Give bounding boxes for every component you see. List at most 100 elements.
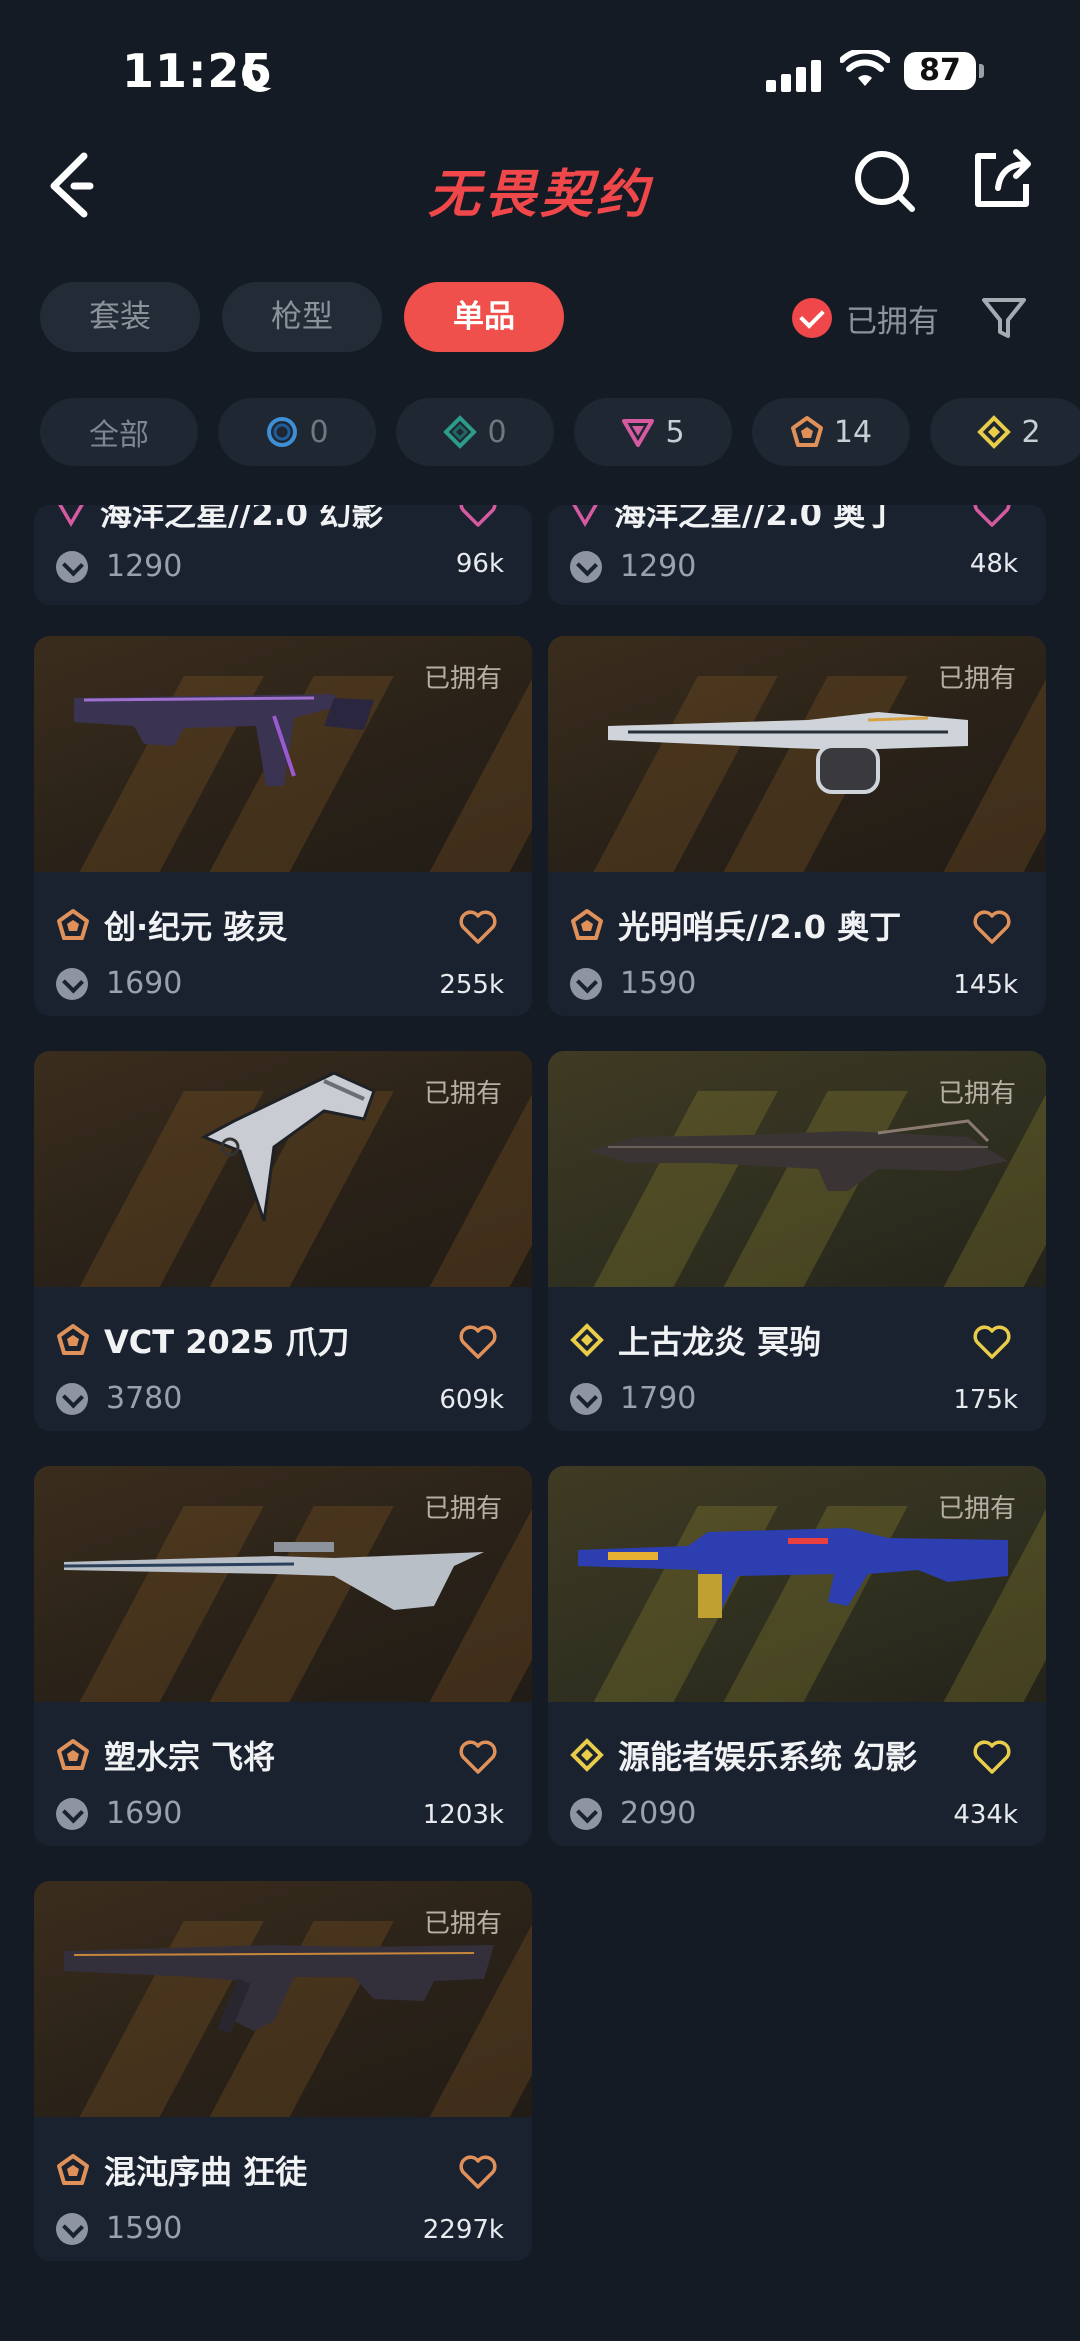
rarity-filter-chips: 全部 0 0 5 14 2 (40, 398, 1080, 466)
exclusive-tier-icon (57, 909, 89, 940)
vp-currency-icon (570, 550, 602, 583)
chip-all-label: 全部 (89, 418, 149, 453)
owned-tag: 已拥有 (423, 1494, 502, 1524)
heart-icon[interactable] (972, 505, 1012, 529)
exclusive-tier-icon (57, 1739, 89, 1770)
chip-count: 0 (487, 414, 507, 450)
vp-currency-icon (56, 1797, 88, 1830)
chip-deluxe-tier[interactable]: 0 (396, 398, 554, 466)
skin-card[interactable]: 已拥有 源能者娱乐系统 幻影 2090 434k (548, 1466, 1046, 1846)
skin-thumbnail: 已拥有 (34, 1881, 532, 2117)
heart-icon[interactable] (458, 2153, 498, 2191)
deluxe-tier-icon (443, 415, 478, 449)
skin-price: 1790 (620, 1381, 697, 1416)
skin-name: 创·纪元 骇灵 (104, 908, 288, 946)
skin-price: 1290 (106, 549, 183, 584)
vp-currency-icon (56, 2212, 88, 2245)
skin-name: 海洋之星//2.0 奥丁 (614, 505, 898, 533)
chip-select-tier[interactable]: 0 (218, 398, 376, 466)
status-time: 11:25 (122, 44, 274, 98)
ultra-tier-icon (570, 1323, 604, 1357)
owned-tag: 已拥有 (423, 1079, 502, 1109)
skin-list: 海洋之星//2.0 幻影 1290 96k 海洋之星//2.0 奥丁 1290 … (0, 505, 1080, 2341)
exclusive-tier-icon (57, 1324, 89, 1355)
chip-ultra-tier[interactable]: 2 (930, 398, 1080, 466)
skin-price: 1690 (106, 1796, 183, 1831)
skin-price: 1290 (620, 549, 697, 584)
checked-icon (792, 298, 832, 338)
skin-thumbnail: 已拥有 (34, 1051, 532, 1287)
chip-count: 14 (833, 414, 873, 450)
skin-name: 上古龙炎 冥驹 (618, 1323, 822, 1361)
heart-icon[interactable] (458, 1738, 498, 1776)
vp-currency-icon (56, 1382, 88, 1415)
owned-tag: 已拥有 (423, 664, 502, 694)
select-tier-icon (267, 417, 298, 447)
skin-price: 3780 (106, 1381, 183, 1416)
wifi-icon (840, 50, 890, 86)
tab-single-items[interactable]: 单品 (404, 282, 564, 352)
skin-thumbnail: 已拥有 (548, 1051, 1046, 1287)
like-count: 255k (439, 970, 504, 1000)
like-count: 96k (455, 549, 504, 579)
like-count: 175k (953, 1385, 1018, 1415)
skin-name: 光明哨兵//2.0 奥丁 (618, 908, 902, 946)
skin-card[interactable]: 已拥有 光明哨兵//2.0 奥丁 1590 145k (548, 636, 1046, 1016)
owned-filter-toggle[interactable]: 已拥有 (792, 290, 939, 346)
chip-premium-tier[interactable]: 5 (574, 398, 732, 466)
chip-all[interactable]: 全部 (40, 398, 198, 466)
exclusive-tier-icon (571, 909, 603, 940)
chip-exclusive-tier[interactable]: 14 (752, 398, 910, 466)
ultra-tier-icon (570, 1738, 604, 1772)
premium-tier-icon (58, 505, 84, 527)
skin-thumbnail: 已拥有 (548, 636, 1046, 872)
vp-currency-icon (570, 1382, 602, 1415)
vp-currency-icon (56, 550, 88, 583)
skin-card[interactable]: 已拥有 塑水宗 飞将 1690 1203k (34, 1466, 532, 1846)
heart-icon[interactable] (458, 908, 498, 946)
skin-thumbnail: 已拥有 (34, 1466, 532, 1702)
top-bar: 无畏契约 (0, 130, 1080, 240)
status-bar: 11:25 87 (0, 0, 1080, 140)
premium-tier-icon (572, 505, 598, 527)
skin-card[interactable]: 已拥有 上古龙炎 冥驹 1790 175k (548, 1051, 1046, 1431)
owned-tag: 已拥有 (937, 1079, 1016, 1109)
share-icon[interactable] (966, 144, 1038, 216)
exclusive-tier-icon (790, 416, 823, 447)
moon-icon (252, 52, 288, 88)
skin-thumbnail: 已拥有 (548, 1466, 1046, 1702)
skin-card[interactable]: 已拥有 创·纪元 骇灵 1690 255k (34, 636, 532, 1016)
skin-card[interactable]: 已拥有 VCT 2025 爪刀 3780 609k (34, 1051, 532, 1431)
skin-price: 1590 (620, 966, 697, 1001)
skin-thumbnail: 已拥有 (34, 636, 532, 872)
skin-card[interactable]: 已拥有 混沌序曲 狂徒 1590 2297k (34, 1881, 532, 2261)
heart-icon[interactable] (972, 1738, 1012, 1776)
exclusive-tier-icon (57, 2154, 89, 2185)
skin-name: 源能者娱乐系统 幻影 (618, 1738, 918, 1776)
tab-bundles[interactable]: 套装 (40, 282, 200, 352)
skin-name: VCT 2025 爪刀 (104, 1323, 350, 1361)
heart-icon[interactable] (972, 1323, 1012, 1361)
heart-icon[interactable] (458, 1323, 498, 1361)
ultra-tier-icon (977, 415, 1012, 449)
owned-tag: 已拥有 (937, 1494, 1016, 1524)
chip-count: 0 (309, 414, 329, 450)
chip-count: 2 (1021, 414, 1041, 450)
chip-count: 5 (665, 414, 685, 450)
filter-icon[interactable] (978, 292, 1030, 344)
tab-weapon-types[interactable]: 枪型 (222, 282, 382, 352)
like-count: 609k (439, 1385, 504, 1415)
skin-card-partial[interactable]: 海洋之星//2.0 奥丁 1290 48k (548, 505, 1046, 605)
like-count: 2297k (422, 2215, 504, 2245)
heart-icon[interactable] (972, 908, 1012, 946)
like-count: 48k (969, 549, 1018, 579)
owned-filter-label: 已拥有 (846, 303, 939, 340)
owned-tag: 已拥有 (423, 1909, 502, 1939)
premium-tier-icon (622, 419, 655, 447)
vp-currency-icon (56, 967, 88, 1000)
skin-name: 塑水宗 飞将 (104, 1738, 276, 1776)
heart-icon[interactable] (458, 505, 498, 529)
category-tabs: 套装 枪型 单品 (40, 282, 564, 352)
search-icon[interactable] (850, 144, 922, 216)
skin-card-partial[interactable]: 海洋之星//2.0 幻影 1290 96k (34, 505, 532, 605)
